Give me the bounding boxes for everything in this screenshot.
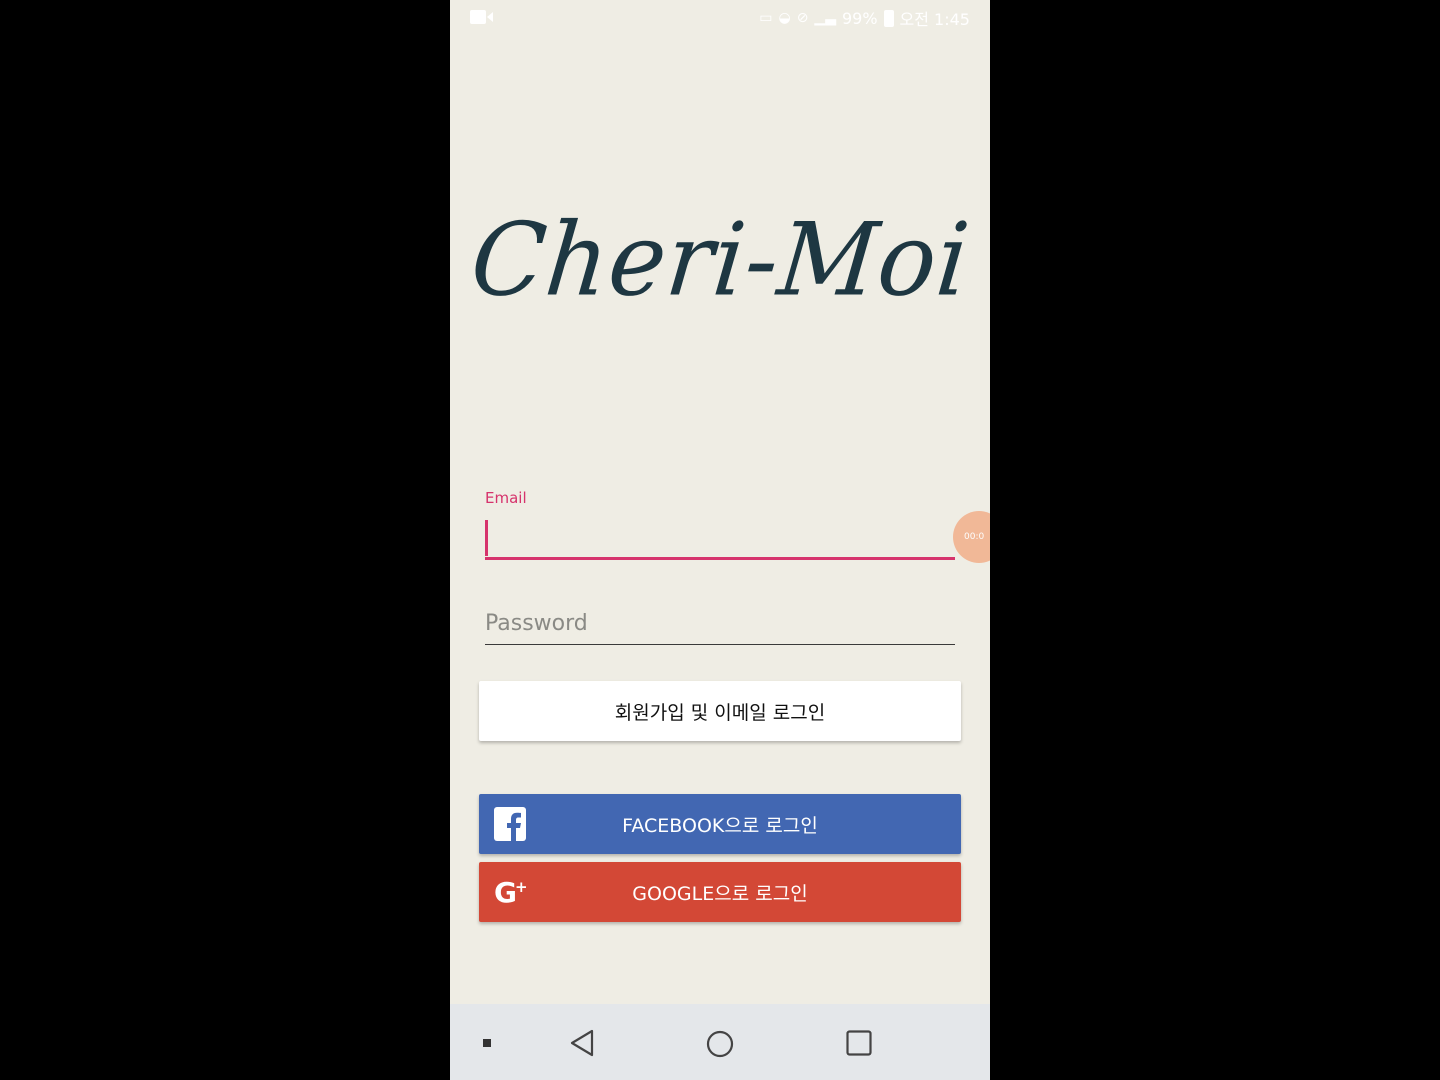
home-icon[interactable] — [706, 1030, 734, 1062]
facebook-login-button[interactable]: FACEBOOK으로 로그인 — [479, 794, 961, 854]
email-label: Email — [485, 489, 527, 507]
nfc-icon: ▭ — [759, 10, 773, 26]
email-signup-button[interactable]: 회원가입 및 이메일 로그인 — [479, 681, 961, 741]
status-bar: ▭ ◒ ⊘ ▁▃ 99% 오전 1:45 — [450, 0, 990, 34]
navigation-bar — [450, 1004, 990, 1080]
clock: 오전 1:45 — [899, 10, 970, 29]
nav-dot-icon[interactable] — [483, 1039, 491, 1047]
video-record-icon — [470, 9, 494, 29]
app-logo: Cheri-Moi — [450, 200, 990, 320]
recorder-timer: 00:0 — [964, 532, 985, 542]
email-signup-label: 회원가입 및 이메일 로그인 — [614, 701, 826, 724]
recent-apps-icon[interactable] — [846, 1030, 872, 1060]
screen-recorder-bubble[interactable]: 00:0 — [953, 511, 990, 563]
google-plus-icon: G + — [494, 875, 528, 909]
phone-screen: ▭ ◒ ⊘ ▁▃ 99% 오전 1:45 Cheri-Moi Email 회원가… — [450, 0, 990, 1080]
signal-icon: ▁▃ — [814, 10, 836, 26]
wifi-icon: ◒ — [778, 10, 791, 26]
svg-text:G: G — [494, 876, 517, 909]
facebook-icon — [494, 807, 526, 841]
mute-icon: ⊘ — [796, 10, 809, 26]
text-caret — [485, 520, 488, 556]
status-indicators: ▭ ◒ ⊘ ▁▃ 99% 오전 1:45 — [759, 6, 970, 30]
logo-text: Cheri-Moi — [465, 201, 975, 319]
battery-icon — [883, 9, 894, 27]
google-login-label: GOOGLE으로 로그인 — [632, 882, 808, 905]
svg-text:+: + — [515, 878, 528, 896]
facebook-login-label: FACEBOOK으로 로그인 — [622, 814, 818, 837]
email-field[interactable] — [485, 514, 955, 560]
back-icon[interactable] — [568, 1028, 596, 1062]
password-field[interactable] — [485, 603, 955, 645]
google-login-button[interactable]: G + GOOGLE으로 로그인 — [479, 862, 961, 922]
battery-percent: 99% — [841, 8, 878, 28]
